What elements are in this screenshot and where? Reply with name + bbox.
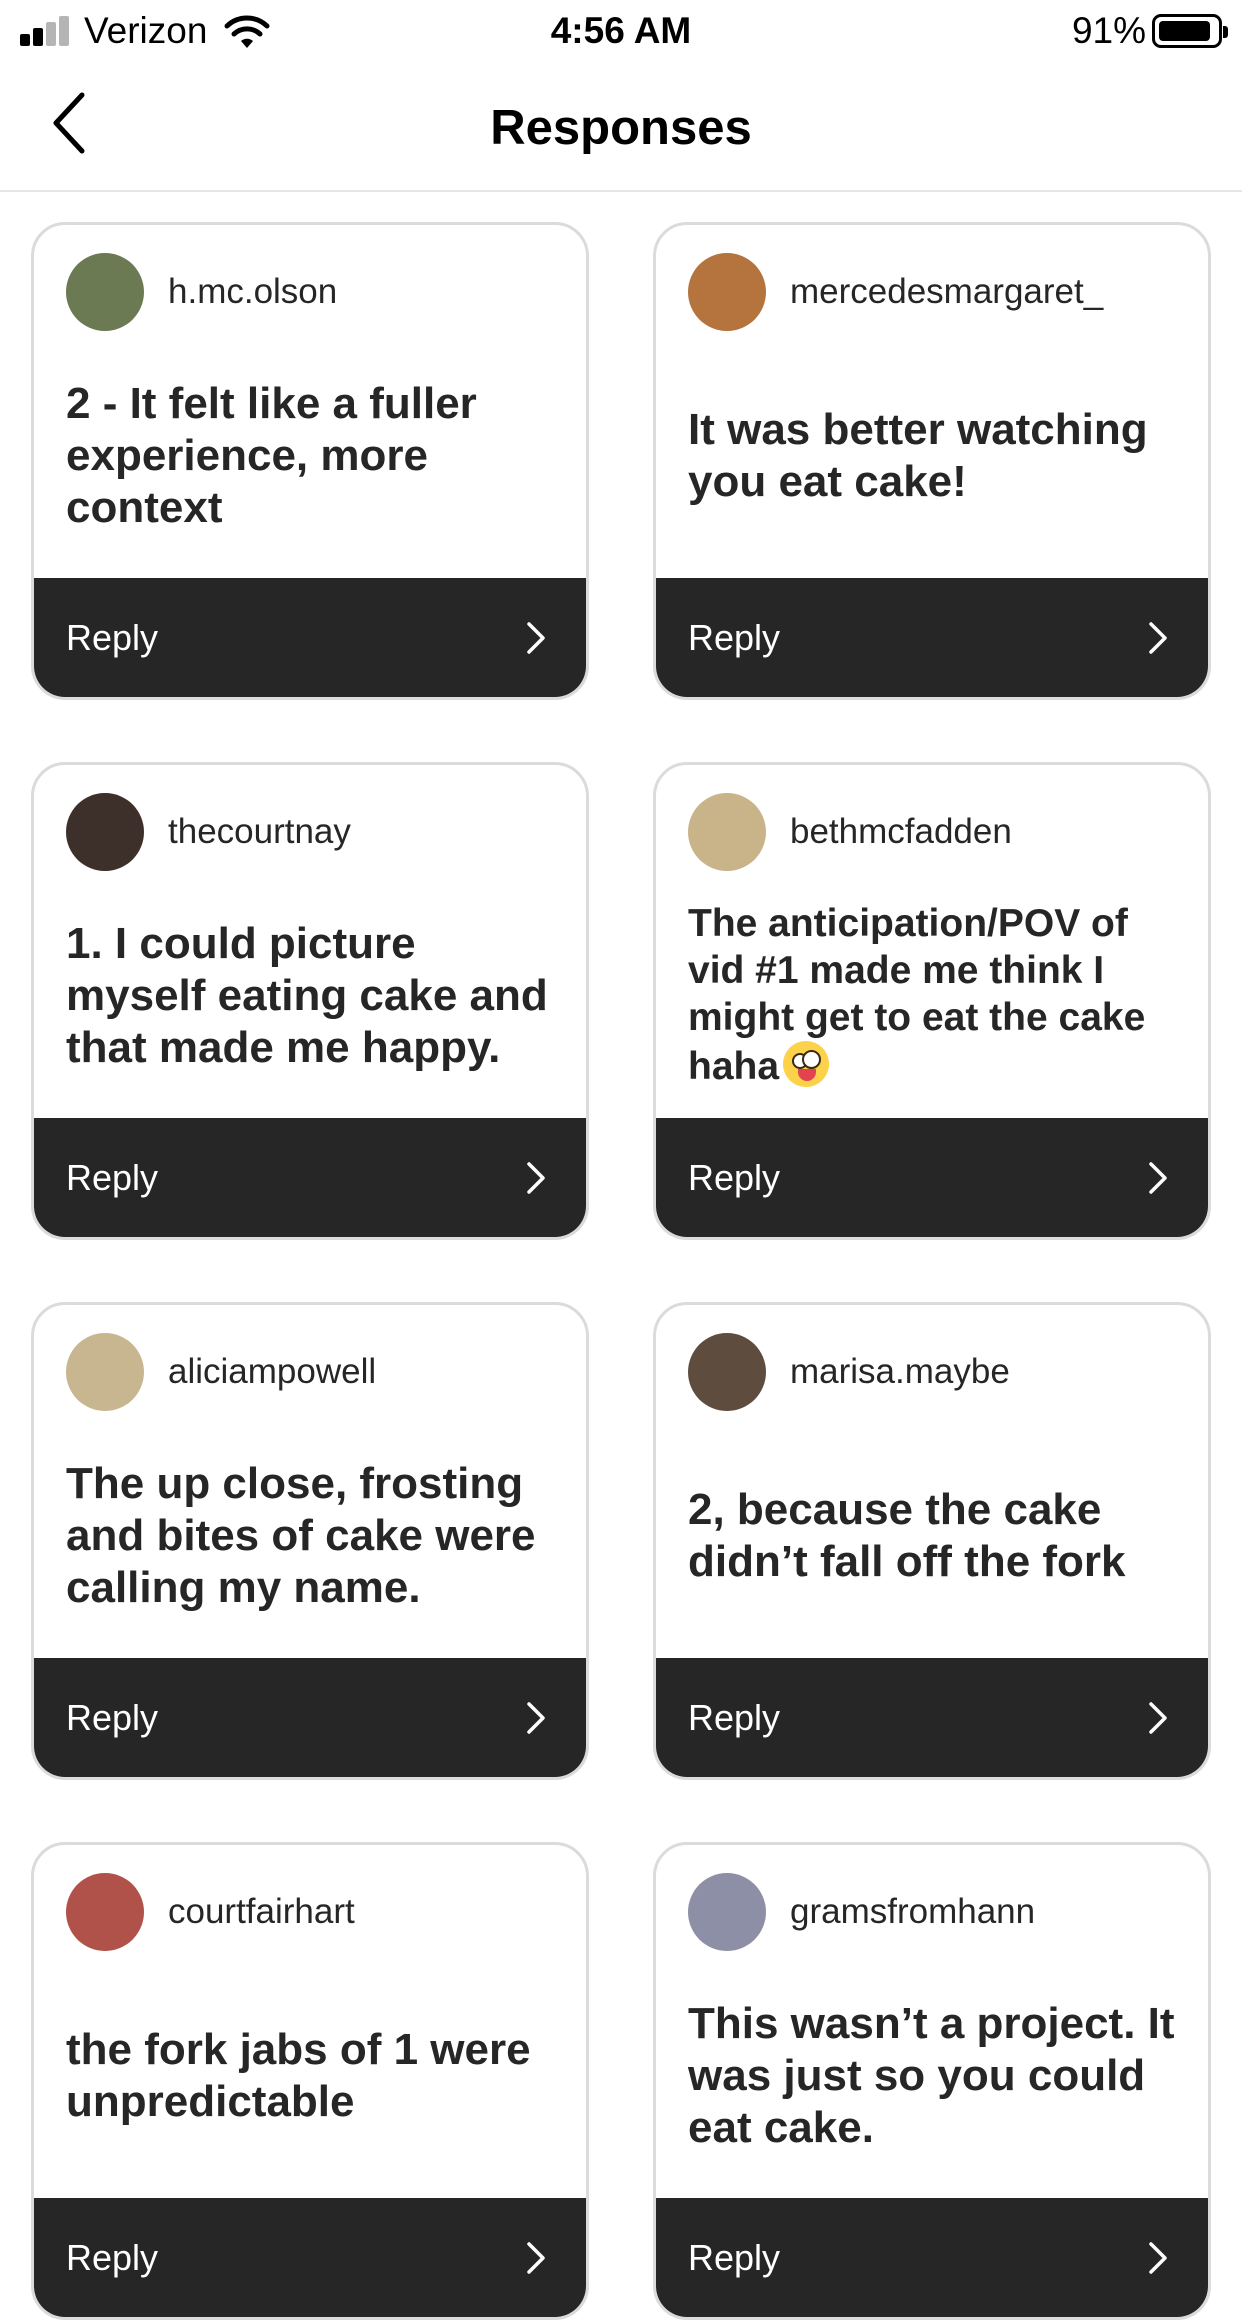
reply-button[interactable]: Reply <box>34 578 586 697</box>
username[interactable]: mercedesmargaret_ <box>790 272 1103 312</box>
reply-label: Reply <box>688 1696 781 1738</box>
response-text: the fork jabs of 1 were unpredictable <box>66 2025 531 2126</box>
response-card: h.mc.olson 2 - It felt like a fuller exp… <box>31 222 589 700</box>
username[interactable]: courtfairhart <box>168 1892 355 1932</box>
avatar[interactable] <box>66 793 144 871</box>
response-header: gramsfromhann <box>688 1873 1035 1951</box>
avatar[interactable] <box>66 1333 144 1411</box>
avatar[interactable] <box>66 253 144 331</box>
response-header: mercedesmargaret_ <box>688 253 1103 331</box>
response-card: gramsfromhann This wasn’t a project. It … <box>653 1842 1211 2320</box>
page-title: Responses <box>490 101 752 155</box>
battery-percent: 91% <box>1071 10 1146 51</box>
username[interactable]: marisa.maybe <box>790 1352 1010 1392</box>
reply-button[interactable]: Reply <box>656 578 1208 697</box>
reply-label: Reply <box>688 1156 781 1198</box>
response-text: 2 - It felt like a fuller experience, mo… <box>66 379 477 532</box>
chevron-right-icon <box>1149 2241 1167 2274</box>
avatar[interactable] <box>688 1333 766 1411</box>
response-header: aliciampowell <box>66 1333 376 1411</box>
response-card: thecourtnay 1. I could picture myself ea… <box>31 762 589 1240</box>
clock: 4:56 AM <box>550 10 692 51</box>
response-text: The up close, frosting and bites of cake… <box>66 1459 536 1612</box>
avatar[interactable] <box>688 793 766 871</box>
reply-button[interactable]: Reply <box>656 1118 1208 1237</box>
chevron-right-icon <box>1149 1701 1167 1734</box>
reply-button[interactable]: Reply <box>34 2198 586 2317</box>
response-text: It was better watching you eat cake! <box>688 405 1148 506</box>
reply-label: Reply <box>66 616 159 658</box>
avatar[interactable] <box>688 253 766 331</box>
zany-face-emoji <box>783 1041 830 1088</box>
response-text: The anticipation/POV of vid #1 made me t… <box>688 901 1146 1089</box>
chevron-right-icon <box>527 1161 545 1194</box>
reply-label: Reply <box>66 2236 159 2278</box>
response-text: 1. I could picture myself eating cake an… <box>66 919 548 1072</box>
username[interactable]: aliciampowell <box>168 1352 376 1392</box>
chevron-right-icon <box>527 621 545 654</box>
navigation-bar: Responses <box>0 62 1242 192</box>
reply-button[interactable]: Reply <box>656 1658 1208 1777</box>
responses-grid: h.mc.olson 2 - It felt like a fuller exp… <box>31 222 1211 2320</box>
username[interactable]: h.mc.olson <box>168 272 337 312</box>
battery-icon <box>1152 14 1228 48</box>
response-header: bethmcfadden <box>688 793 1012 871</box>
reply-label: Reply <box>688 616 781 658</box>
response-card: marisa.maybe 2, because the cake didn’t … <box>653 1302 1211 1780</box>
reply-label: Reply <box>66 1156 159 1198</box>
reply-label: Reply <box>66 1696 159 1738</box>
response-header: courtfairhart <box>66 1873 355 1951</box>
reply-button[interactable]: Reply <box>34 1658 586 1777</box>
status-bar: Verizon 4:56 AM 91% <box>0 0 1242 62</box>
reply-button[interactable]: Reply <box>656 2198 1208 2317</box>
response-text: 2, because the cake didn’t fall off the … <box>688 1485 1126 1586</box>
response-header: marisa.maybe <box>688 1333 1010 1411</box>
chevron-right-icon <box>527 2241 545 2274</box>
chevron-right-icon <box>1149 621 1167 654</box>
response-header: thecourtnay <box>66 793 351 871</box>
response-card: aliciampowell The up close, frosting and… <box>31 1302 589 1780</box>
username[interactable]: bethmcfadden <box>790 812 1012 852</box>
response-card: bethmcfadden The anticipation/POV of vid… <box>653 762 1211 1240</box>
chevron-right-icon <box>1149 1161 1167 1194</box>
avatar[interactable] <box>66 1873 144 1951</box>
reply-button[interactable]: Reply <box>34 1118 586 1237</box>
response-header: h.mc.olson <box>66 253 337 331</box>
response-text: This wasn’t a project. It was just so yo… <box>688 1999 1175 2152</box>
username[interactable]: gramsfromhann <box>790 1892 1035 1932</box>
username[interactable]: thecourtnay <box>168 812 351 852</box>
chevron-right-icon <box>527 1701 545 1734</box>
reply-label: Reply <box>688 2236 781 2278</box>
avatar[interactable] <box>688 1873 766 1951</box>
response-card: courtfairhart the fork jabs of 1 were un… <box>31 1842 589 2320</box>
response-card: mercedesmargaret_ It was better watching… <box>653 222 1211 700</box>
